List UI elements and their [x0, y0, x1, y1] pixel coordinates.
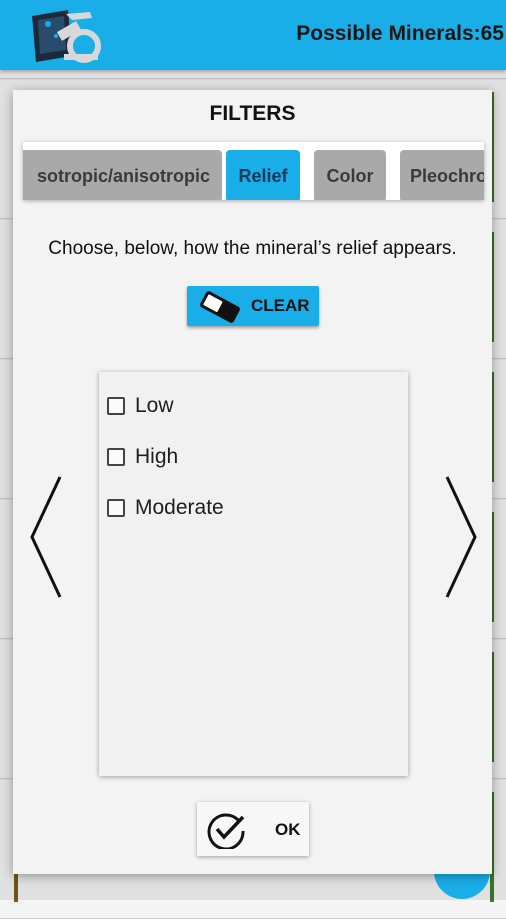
- filters-dialog: FILTERS sotropic/anisotropic Relief Colo…: [13, 90, 492, 874]
- clear-button-label: CLEAR: [251, 296, 310, 315]
- tab-isotropic-anisotropic[interactable]: sotropic/anisotropic: [23, 150, 222, 200]
- ok-button[interactable]: OK: [197, 802, 309, 856]
- chevron-left-icon[interactable]: [28, 475, 64, 599]
- app-bar: Possible Minerals:65: [0, 0, 506, 70]
- low-checkbox[interactable]: [107, 397, 125, 415]
- possible-minerals-count: Possible Minerals:65: [296, 22, 504, 45]
- option-high[interactable]: High: [107, 441, 178, 473]
- option-label: High: [135, 445, 179, 468]
- tab-pleochroism[interactable]: Pleochro: [400, 150, 484, 200]
- tab-relief[interactable]: Relief: [226, 150, 300, 200]
- chevron-right-icon[interactable]: [443, 475, 479, 599]
- option-label: Moderate: [135, 496, 224, 519]
- high-checkbox[interactable]: [107, 448, 125, 466]
- clear-button[interactable]: CLEAR: [187, 286, 319, 326]
- option-low[interactable]: Low: [107, 390, 174, 422]
- option-moderate[interactable]: Moderate: [107, 492, 224, 524]
- tab-color[interactable]: Color: [314, 150, 386, 200]
- check-circle-icon: [207, 813, 245, 849]
- eraser-icon: [200, 291, 240, 323]
- dialog-title: FILTERS: [209, 102, 296, 125]
- filter-instruction: Choose, below, how the mineral’s relief …: [48, 238, 457, 259]
- relief-options-list: Low High Moderate: [99, 372, 408, 776]
- option-label: Low: [135, 394, 174, 417]
- mineral-microscope-logo-icon[interactable]: [28, 6, 104, 64]
- filter-tabs[interactable]: sotropic/anisotropic Relief Color Pleoch…: [23, 142, 484, 200]
- moderate-checkbox[interactable]: [107, 499, 125, 517]
- ok-button-label: OK: [275, 820, 301, 839]
